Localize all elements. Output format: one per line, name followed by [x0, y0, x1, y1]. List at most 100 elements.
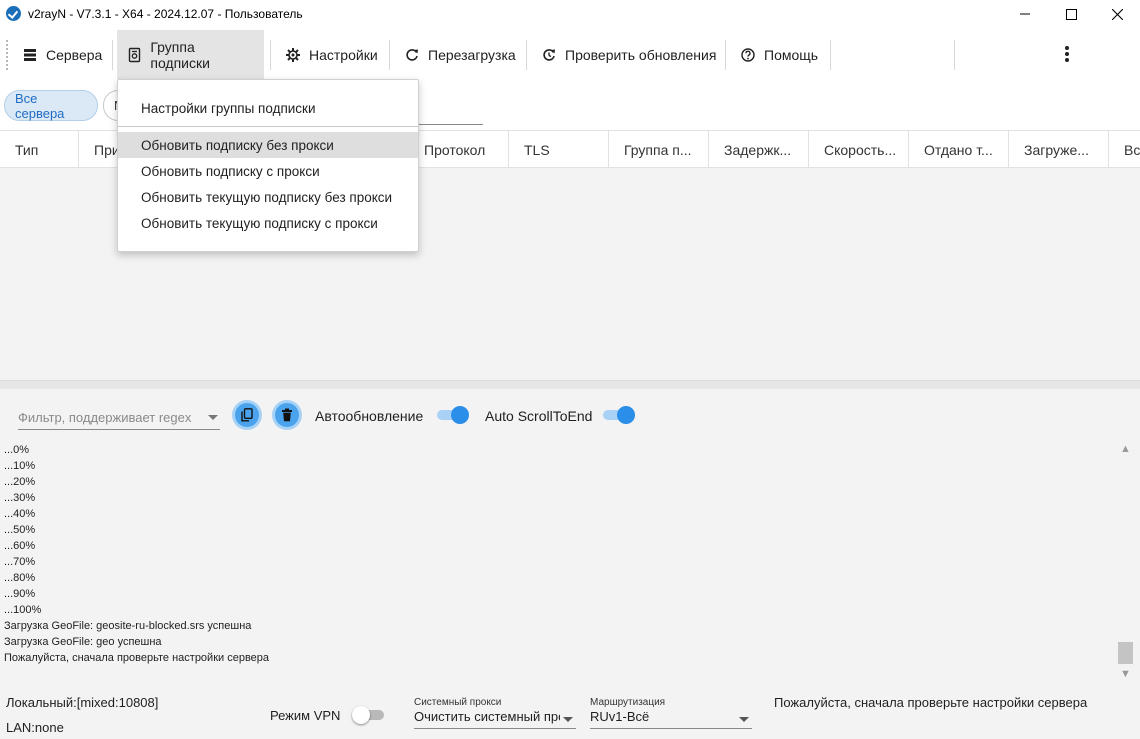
subscription-group-menu: Настройки группы подписки Обновить подпи…	[117, 79, 419, 252]
all-servers-chip[interactable]: Все сервера	[4, 90, 98, 121]
log-line: ...30%	[4, 492, 36, 504]
close-icon	[1111, 8, 1123, 20]
auto-refresh-label: Автообновление	[315, 408, 424, 424]
status-message: Пожалуйста, сначала проверьте настройки …	[774, 695, 1088, 710]
log-line: ...0%	[4, 444, 30, 456]
status-bar: Локальный:[mixed:10808] LAN:none Режим V…	[0, 685, 1140, 739]
clear-log-button[interactable]	[275, 403, 299, 427]
refresh-icon	[404, 47, 420, 63]
log-line: ...50%	[4, 524, 36, 536]
column-header[interactable]: Вс	[1109, 131, 1140, 168]
search-underline	[418, 124, 483, 125]
log-line: Пожалуйста, сначала проверьте настройки …	[4, 652, 270, 664]
copy-log-button[interactable]	[235, 403, 259, 427]
chevron-down-icon	[739, 717, 749, 722]
vpn-mode-label: Режим VPN	[270, 708, 341, 723]
log-line: ...90%	[4, 588, 36, 600]
servers-button[interactable]: Сервера	[12, 30, 112, 79]
window-title: v2rayN - V7.3.1 - X64 - 2024.12.07 - Пол…	[28, 7, 303, 21]
column-header[interactable]: Тип	[0, 131, 79, 168]
system-proxy-value: Очистить системный прокси	[414, 709, 560, 724]
lan-text: LAN:none	[6, 720, 64, 735]
main-toolbar: Сервера Группа подписки Настройки Переза…	[0, 30, 1140, 79]
help-icon	[740, 47, 756, 63]
column-header[interactable]: Протокол	[409, 131, 509, 168]
chevron-down-icon[interactable]	[208, 415, 218, 420]
log-output[interactable]: ...0% ...10% ...20% ...30% ...40% ...50%…	[4, 442, 1104, 666]
maximize-icon	[1065, 8, 1077, 20]
menu-item-update-current-no-proxy[interactable]: Обновить текущую подписку без прокси	[118, 184, 418, 210]
check-updates-label: Проверить обновления	[565, 46, 717, 63]
log-scrollbar-thumb[interactable]	[1118, 642, 1133, 664]
toolbar-separator	[830, 40, 831, 70]
minimize-icon	[1020, 13, 1030, 15]
log-filter-input[interactable]	[18, 406, 203, 428]
log-line: ...80%	[4, 572, 36, 584]
column-header[interactable]: Группа п...	[609, 131, 709, 168]
close-button[interactable]	[1094, 0, 1140, 28]
toolbar-separator	[725, 40, 726, 70]
system-proxy-caption: Системный прокси	[414, 697, 502, 708]
subscription-group-label: Группа подписки	[150, 38, 210, 71]
subscription-group-button[interactable]: Группа подписки	[117, 30, 264, 79]
log-line: ...70%	[4, 556, 36, 568]
column-header[interactable]: TLS	[509, 131, 609, 168]
maximize-button[interactable]	[1048, 0, 1094, 28]
routing-select[interactable]: RUv1-Всё	[590, 709, 752, 729]
column-header[interactable]: Задержк...	[709, 131, 809, 168]
reload-button[interactable]: Перезагрузка	[394, 30, 526, 79]
column-header[interactable]: Отдано т...	[909, 131, 1009, 168]
log-line: ...10%	[4, 460, 36, 472]
menu-item-update-with-proxy[interactable]: Обновить подписку с прокси	[118, 158, 418, 184]
subscription-icon	[127, 47, 142, 63]
column-header[interactable]: Загруже...	[1009, 131, 1109, 168]
settings-label: Настройки	[309, 46, 378, 63]
minimize-button[interactable]	[1002, 0, 1048, 28]
local-port-text: Локальный:[mixed:10808]	[6, 695, 159, 710]
column-header[interactable]: Скорость...	[809, 131, 909, 168]
log-line: ...40%	[4, 508, 36, 520]
scroll-up-arrow-icon[interactable]: ▲	[1118, 441, 1133, 456]
toolbar-separator	[112, 40, 113, 70]
system-proxy-select[interactable]: Очистить системный прокси	[414, 709, 576, 729]
settings-button[interactable]: Настройки	[275, 30, 388, 79]
log-line: Загрузка GeoFile: geo успешна	[4, 636, 162, 648]
servers-label: Сервера	[46, 46, 103, 63]
server-list-icon	[22, 47, 38, 63]
vpn-mode-toggle[interactable]	[352, 706, 384, 724]
routing-value: RUv1-Всё	[590, 709, 650, 724]
toolbar-separator	[389, 40, 390, 70]
menu-item-update-current-with-proxy[interactable]: Обновить текущую подписку с прокси	[118, 210, 418, 236]
log-panel: Автообновление Auto ScrollToEnd ...0% ..…	[0, 389, 1140, 685]
auto-scroll-label: Auto ScrollToEnd	[485, 408, 593, 424]
chevron-down-icon	[563, 717, 573, 722]
log-line: ...20%	[4, 476, 36, 488]
routing-caption: Маршрутизация	[590, 697, 666, 708]
panel-splitter[interactable]	[0, 380, 1140, 389]
update-icon	[541, 47, 557, 63]
toolbar-grip[interactable]	[6, 40, 8, 70]
auto-scroll-toggle[interactable]	[603, 406, 635, 424]
log-line: ...100%	[4, 604, 42, 616]
toolbar-separator	[954, 40, 955, 70]
menu-separator	[118, 126, 418, 127]
gear-icon	[285, 47, 301, 63]
title-bar: v2rayN - V7.3.1 - X64 - 2024.12.07 - Пол…	[0, 0, 1140, 28]
scroll-down-arrow-icon[interactable]: ▼	[1118, 666, 1133, 681]
help-label: Помощь	[764, 46, 819, 63]
more-options-icon[interactable]	[1059, 44, 1075, 64]
copy-icon	[241, 408, 253, 422]
menu-item-update-no-proxy[interactable]: Обновить подписку без прокси	[118, 132, 418, 158]
v2rayn-logo-icon	[6, 6, 21, 21]
reload-label: Перезагрузка	[428, 46, 516, 63]
check-updates-button[interactable]: Проверить обновления	[531, 30, 726, 79]
help-button[interactable]: Помощь	[730, 30, 828, 79]
log-filter[interactable]	[18, 406, 220, 430]
toolbar-separator	[526, 40, 527, 70]
log-line: ...60%	[4, 540, 36, 552]
trash-icon	[282, 408, 292, 422]
toolbar-separator	[270, 40, 271, 70]
auto-refresh-toggle[interactable]	[437, 406, 469, 424]
menu-item-subscription-group-settings[interactable]: Настройки группы подписки	[118, 95, 418, 121]
log-line: Загрузка GeoFile: geosite-ru-blocked.srs…	[4, 620, 252, 632]
